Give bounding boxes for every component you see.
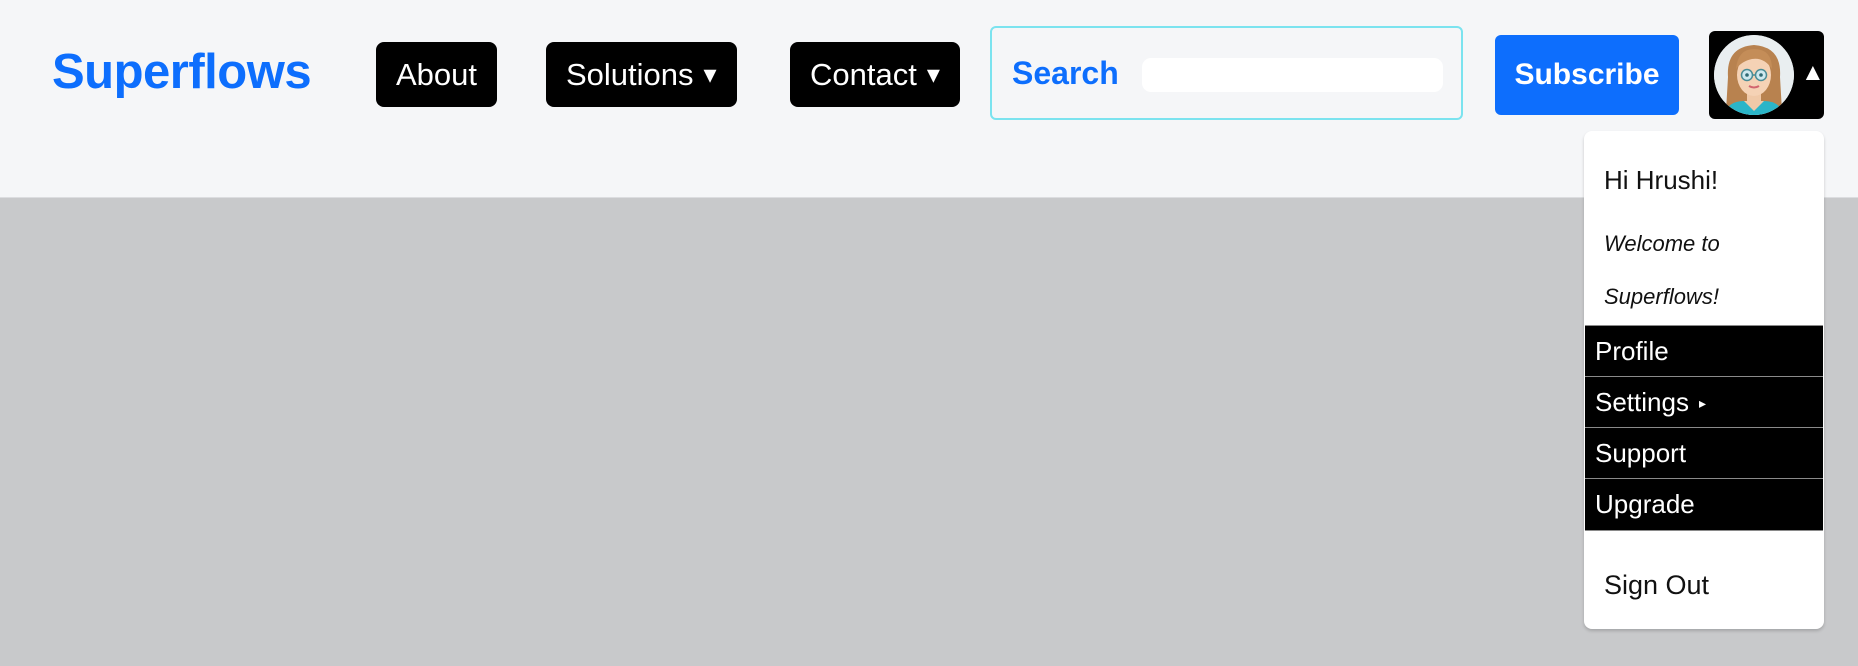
menu-item-upgrade[interactable]: Upgrade (1585, 478, 1823, 531)
nav-about-label: About (396, 56, 478, 92)
menu-item-settings[interactable]: Settings ▸ (1585, 376, 1823, 427)
brand-logo[interactable]: Superflows (52, 44, 312, 100)
user-menu-list: Profile Settings ▸ Support Upgrade (1585, 325, 1823, 531)
avatar (1714, 35, 1794, 115)
menu-item-label: Support (1595, 437, 1687, 468)
menu-item-label: Upgrade (1595, 489, 1695, 519)
menu-item-label: Settings (1595, 386, 1689, 417)
search-form: Search (990, 26, 1463, 120)
chevron-up-icon: ▲ (1801, 59, 1825, 86)
user-greeting: Hi Hrushi! (1604, 165, 1719, 195)
user-dropdown-menu: Hi Hrushi! Welcome to Superflows! Profil… (1584, 131, 1824, 629)
subscribe-button[interactable]: Subscribe (1495, 35, 1679, 115)
nav-contact-label: Contact (810, 56, 917, 92)
sign-out-link[interactable]: Sign Out (1604, 570, 1709, 601)
nav-contact-button[interactable]: Contact ▾ (790, 42, 960, 107)
welcome-message: Welcome to Superflows! (1604, 231, 1720, 309)
nav-solutions-button[interactable]: Solutions ▾ (546, 42, 737, 107)
avatar-woman-glasses-icon (1714, 35, 1794, 115)
menu-item-support[interactable]: Support (1585, 427, 1823, 478)
chevron-down-icon: ▾ (703, 59, 717, 89)
nav-about-button[interactable]: About (376, 42, 498, 107)
chevron-right-icon: ▸ (1698, 394, 1706, 411)
account-menu-toggle[interactable]: ▲ (1709, 31, 1825, 119)
top-navbar: Superflows About Solutions ▾ Contact ▾ S… (0, 0, 1858, 198)
search-label: Search (1012, 54, 1119, 91)
nav-solutions-label: Solutions (566, 56, 694, 92)
menu-item-profile[interactable]: Profile (1585, 325, 1823, 376)
search-input[interactable] (1142, 58, 1443, 92)
menu-item-label: Profile (1595, 335, 1669, 366)
chevron-down-icon: ▾ (926, 59, 940, 89)
